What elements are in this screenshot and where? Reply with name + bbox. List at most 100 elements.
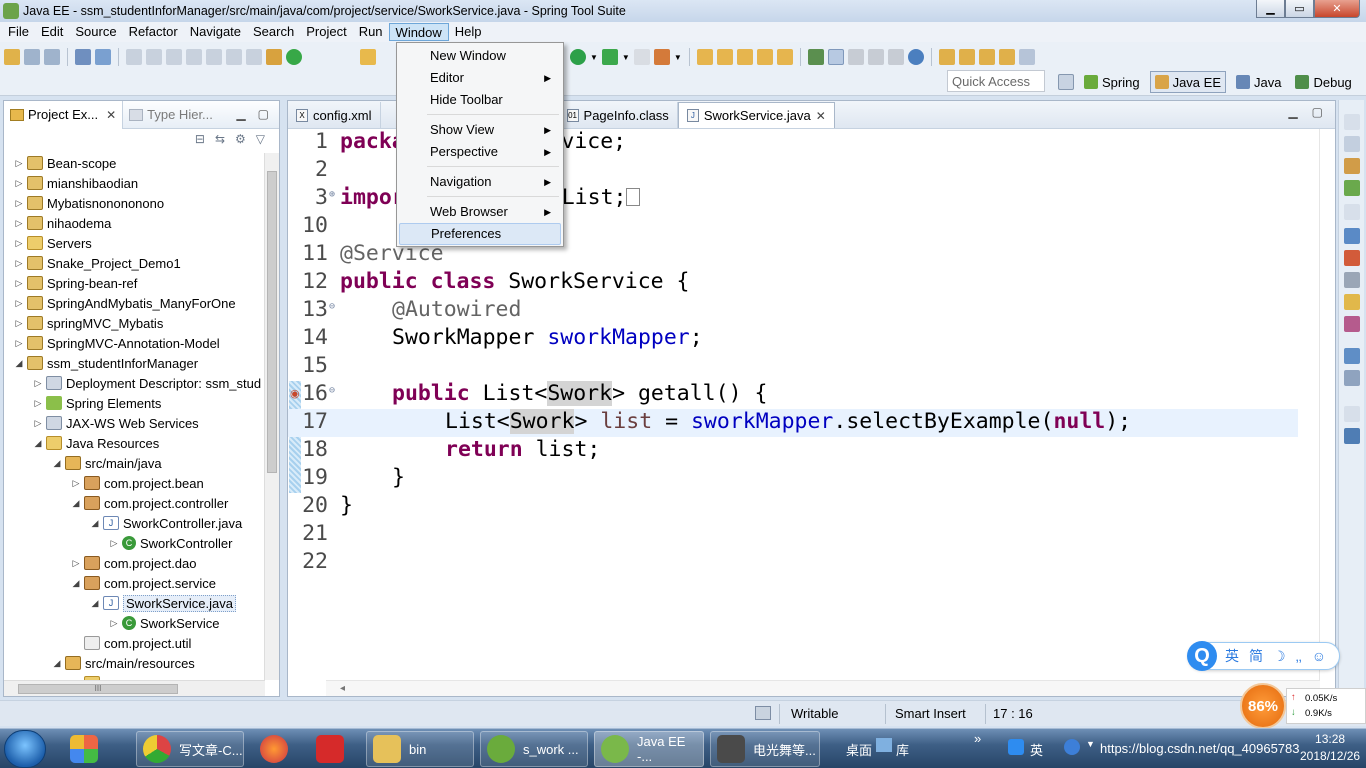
chevron-right-icon[interactable]: ▷ (14, 338, 24, 349)
open-perspective-icon[interactable] (1058, 74, 1074, 90)
tree-item[interactable]: ▷ Servers (14, 233, 92, 253)
menu-project[interactable]: Project (300, 23, 352, 41)
data-source-icon[interactable] (1344, 272, 1360, 288)
restore-icon[interactable] (1344, 204, 1360, 220)
filter-icon[interactable]: ⚙ (235, 132, 246, 146)
chevron-down-icon[interactable]: ▼ (674, 53, 682, 62)
library-toolbar-label[interactable]: 库 (896, 740, 909, 759)
tree-item[interactable]: ◢ J SworkController.java (90, 513, 243, 533)
system-clock[interactable]: 13:28 2018/12/26 (1300, 731, 1360, 765)
editor-horizontal-scrollbar[interactable]: ◂ (326, 680, 1320, 696)
desktop-toolbar-label[interactable]: 桌面 (846, 740, 872, 759)
close-icon[interactable]: ✕ (106, 108, 116, 122)
tree-item-selected[interactable]: ◢ J SworkService.java (90, 593, 236, 613)
moon-icon[interactable]: ☽ (1273, 648, 1286, 665)
tree-vertical-scrollbar[interactable] (264, 153, 279, 680)
junit-icon[interactable] (1344, 316, 1360, 332)
maximize-view-icon[interactable]: ▢ (1312, 105, 1323, 119)
drop-to-frame-icon[interactable] (266, 49, 282, 65)
sogou-tray-icon[interactable] (1008, 739, 1024, 755)
chevron-right-icon[interactable]: ▷ (33, 398, 43, 409)
tree-item[interactable]: ▷ SpringAndMybatis_ManyForOne (14, 293, 236, 313)
link-with-editor-icon[interactable]: ⇆ (215, 132, 225, 146)
tree-item[interactable]: ▷ com.project.dao (71, 553, 197, 573)
chevron-down-icon[interactable]: ◢ (71, 498, 81, 509)
perspective-debug[interactable]: Debug (1291, 71, 1355, 93)
menu-refactor[interactable]: Refactor (123, 23, 184, 41)
tree-item[interactable]: ◢ ssm_studentInforManager (14, 353, 199, 373)
tree-item[interactable]: ▷ mianshibaodian (14, 173, 139, 193)
tab-project-explorer[interactable]: Project Ex... ✕ (4, 100, 124, 129)
chevron-down-icon[interactable]: ▼ (1086, 739, 1095, 749)
menu-help[interactable]: Help (449, 23, 488, 41)
tree-item[interactable]: ▷ Mybatisnonononono (14, 193, 165, 213)
chevron-down-icon[interactable]: ◢ (52, 658, 62, 669)
step-over-icon[interactable] (226, 49, 242, 65)
folded-block-icon[interactable] (626, 188, 641, 206)
skip-breakpoints-icon[interactable] (95, 49, 111, 65)
perspective-javaee[interactable]: Java EE (1149, 71, 1226, 93)
taskbar-pinned-app[interactable] (64, 731, 106, 767)
open-type-icon[interactable] (736, 49, 753, 65)
net-accelerator-ball[interactable]: 86% (1240, 683, 1286, 729)
snippets-icon[interactable] (1344, 294, 1360, 310)
scroll-thumb[interactable] (267, 171, 277, 473)
show-whitespace-icon[interactable] (867, 49, 884, 65)
input-language-indicator[interactable]: 英 (1030, 740, 1043, 759)
save-all-icon[interactable] (44, 49, 60, 65)
menu-search[interactable]: Search (247, 23, 300, 41)
stop-icon[interactable] (633, 49, 650, 65)
chevron-right-icon[interactable]: ▷ (14, 278, 24, 289)
menu-window[interactable]: Window (388, 23, 449, 41)
chevron-right-icon[interactable]: ▷ (71, 478, 81, 489)
menu-item-show-view[interactable]: Show View ▶ (399, 119, 561, 141)
outline-icon[interactable] (1344, 136, 1360, 152)
fold-collapse-icon[interactable]: ⊖ (329, 301, 335, 312)
restore-icon[interactable] (1344, 114, 1360, 130)
last-edit-icon[interactable] (978, 49, 995, 65)
restore-icon[interactable] (1344, 406, 1360, 422)
tree-item[interactable]: ◢ com.project.service (71, 573, 216, 593)
task-list-icon[interactable] (1344, 158, 1360, 174)
menu-item-web-browser[interactable]: Web Browser ▶ (399, 201, 561, 223)
chevron-right-icon[interactable]: ▷ (33, 418, 43, 429)
chevron-right-icon[interactable]: ▷ (14, 318, 24, 329)
tree-item[interactable]: ▷ SpringMVC-Annotation-Model (14, 333, 220, 353)
resume-icon[interactable] (126, 49, 142, 65)
chevron-right-icon[interactable]: ▷ (14, 158, 24, 169)
mark-occurrences-icon[interactable] (807, 49, 824, 65)
menu-edit[interactable]: Edit (35, 23, 69, 41)
chevron-right-icon[interactable]: ▷ (14, 298, 24, 309)
menu-item-navigation[interactable]: Navigation ▶ (399, 171, 561, 193)
taskbar-pinned-youdao[interactable] (310, 731, 358, 767)
terminate-icon[interactable] (166, 49, 182, 65)
step-return-icon[interactable] (246, 49, 262, 65)
close-icon[interactable]: ✕ (816, 109, 826, 123)
ime-simplified-toggle[interactable]: 简 (1249, 646, 1263, 666)
next-annotation-icon[interactable] (938, 49, 955, 65)
tree-item[interactable]: ▷ springMVC_Mybatis (14, 313, 164, 333)
save-icon[interactable] (24, 49, 40, 65)
debug-view-icon[interactable] (360, 49, 376, 65)
tree-item[interactable]: ▷ Spring Elements (33, 393, 162, 413)
search-icon[interactable] (776, 49, 793, 65)
debug-icon[interactable] (601, 49, 618, 65)
tab-sworkservice-java[interactable]: J SworkService.java ✕ (677, 102, 835, 128)
menu-item-new-window[interactable]: New Window (399, 45, 561, 67)
tree-item[interactable]: ▷ Bean-scope (14, 153, 117, 173)
start-button[interactable] (4, 730, 46, 768)
menu-run[interactable]: Run (353, 23, 389, 41)
chevron-right-icon[interactable]: ▷ (33, 378, 43, 389)
chevron-right-icon[interactable]: ▷ (71, 558, 81, 569)
emoji-icon[interactable]: ☺ (1312, 648, 1326, 664)
tab-type-hierarchy[interactable]: Type Hier... (123, 101, 219, 129)
collapse-all-icon[interactable]: ⊟ (195, 132, 205, 146)
console-icon[interactable] (1344, 348, 1360, 364)
chevron-right-icon[interactable]: ▷ (14, 258, 24, 269)
menu-source[interactable]: Source (69, 23, 122, 41)
maximize-button[interactable]: ▭ (1285, 0, 1314, 18)
taskbar-app-explorer[interactable]: bin (366, 731, 474, 767)
minimize-view-icon[interactable]: ▁ (1288, 105, 1297, 119)
help-icon[interactable] (1344, 428, 1360, 444)
menu-item-hide-toolbar[interactable]: Hide Toolbar (399, 89, 561, 111)
